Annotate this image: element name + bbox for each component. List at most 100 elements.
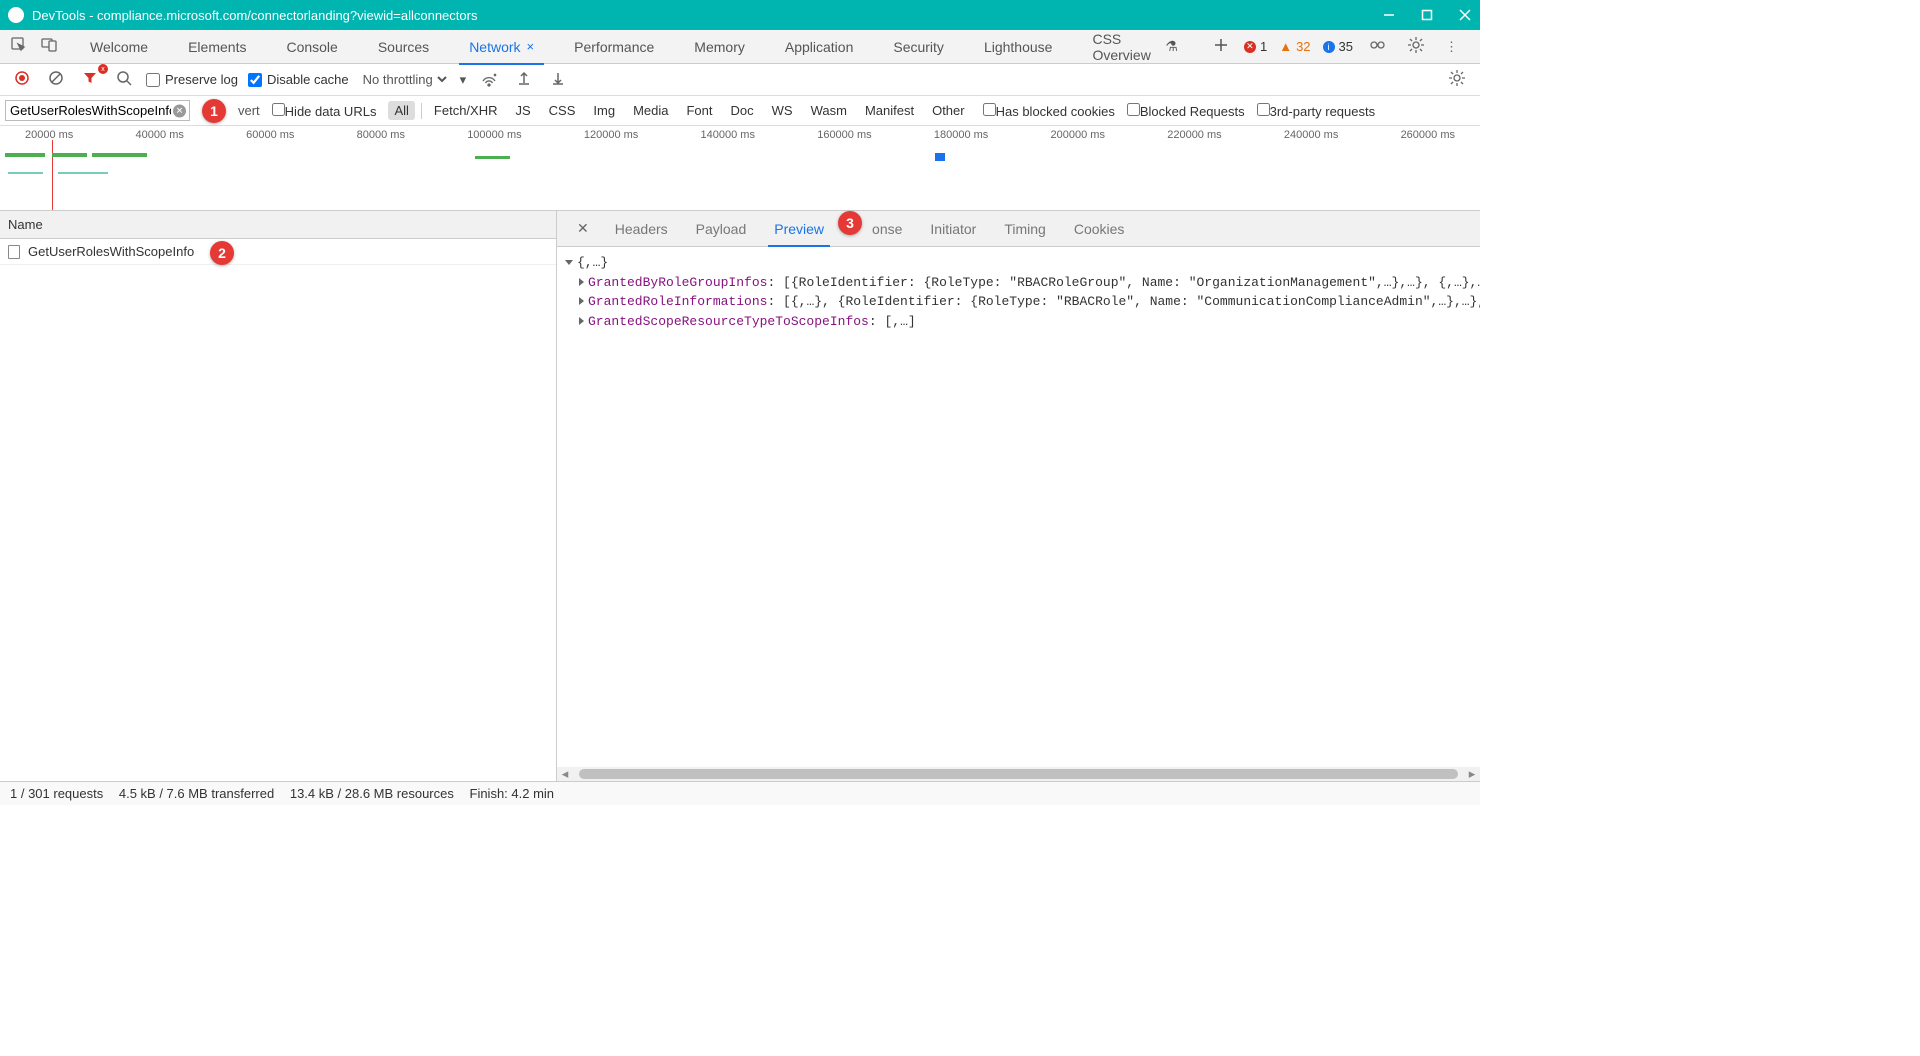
filter-type-css[interactable]: CSS xyxy=(543,101,582,120)
status-requests: 1 / 301 requests xyxy=(10,786,103,801)
tab-memory[interactable]: Memory xyxy=(674,30,765,64)
blocked-requests-checkbox[interactable]: Blocked Requests xyxy=(1127,103,1245,119)
timeline-tick: 60000 ms xyxy=(246,129,294,141)
settings-gear-icon[interactable] xyxy=(1403,36,1429,57)
callout-3: 3 xyxy=(838,211,862,235)
timeline-tick: 140000 ms xyxy=(701,129,755,141)
tab-sources[interactable]: Sources xyxy=(358,30,449,64)
error-count-badge[interactable]: ✕1 xyxy=(1244,39,1267,54)
disable-cache-checkbox[interactable]: Disable cache xyxy=(248,72,349,87)
detail-tab-initiator[interactable]: Initiator xyxy=(916,211,990,247)
request-list-header[interactable]: Name xyxy=(0,211,556,239)
timeline-tick: 180000 ms xyxy=(934,129,988,141)
download-har-icon[interactable] xyxy=(546,70,570,89)
scroll-left-icon[interactable]: ◂ xyxy=(557,767,573,781)
detail-tab-preview[interactable]: Preview xyxy=(760,211,838,247)
filter-icon[interactable] xyxy=(78,70,102,89)
expand-caret-icon[interactable] xyxy=(565,260,573,265)
tab-lighthouse[interactable]: Lighthouse xyxy=(964,30,1073,64)
filter-input[interactable] xyxy=(5,100,190,121)
filter-type-doc[interactable]: Doc xyxy=(725,101,760,120)
response-preview[interactable]: {,…} GrantedByRoleGroupInfos: [{RoleIden… xyxy=(557,247,1480,767)
throttling-caret-icon[interactable]: ▾ xyxy=(460,72,467,88)
device-toolbar-icon[interactable] xyxy=(40,36,58,57)
filter-type-fetch-xhr[interactable]: Fetch/XHR xyxy=(428,101,504,120)
warning-count-badge[interactable]: ▲ 32 xyxy=(1279,39,1310,54)
filter-type-other[interactable]: Other xyxy=(926,101,971,120)
tab-elements[interactable]: Elements xyxy=(168,30,266,64)
tab-welcome[interactable]: Welcome xyxy=(70,30,168,64)
json-value: : [{,…}, {RoleIdentifier: {RoleType: "RB… xyxy=(767,294,1480,309)
filter-type-manifest[interactable]: Manifest xyxy=(859,101,920,120)
throttling-select[interactable]: No throttling xyxy=(359,71,450,88)
filter-type-font[interactable]: Font xyxy=(680,101,718,120)
has-blocked-cookies-checkbox[interactable]: Has blocked cookies xyxy=(983,103,1115,119)
expand-caret-icon[interactable] xyxy=(579,278,584,286)
request-detail-pane: ✕ HeadersPayloadPreview3onseInitiatorTim… xyxy=(557,211,1480,781)
json-key: GrantedRoleInformations xyxy=(588,294,767,309)
status-bar: 1 / 301 requests 4.5 kB / 7.6 MB transfe… xyxy=(0,781,1480,805)
filter-type-js[interactable]: JS xyxy=(509,101,536,120)
detail-tab-headers[interactable]: Headers xyxy=(601,211,682,247)
network-timeline[interactable]: 20000 ms40000 ms60000 ms80000 ms100000 m… xyxy=(0,126,1480,211)
horizontal-scrollbar[interactable]: ◂ ▸ xyxy=(557,767,1480,781)
detail-tab-cookies[interactable]: Cookies xyxy=(1060,211,1139,247)
clear-filter-icon[interactable]: ✕ xyxy=(173,104,186,117)
timeline-tick: 120000 ms xyxy=(584,129,638,141)
network-split-view: Name GetUserRolesWithScopeInfo2 ✕ Header… xyxy=(0,211,1480,781)
network-conditions-icon[interactable] xyxy=(476,69,502,90)
add-tab-button[interactable] xyxy=(1198,38,1244,55)
filter-type-media[interactable]: Media xyxy=(627,101,674,120)
third-party-checkbox[interactable]: 3rd-party requests xyxy=(1257,103,1376,119)
window-controls xyxy=(1382,8,1472,22)
tab-css-overview[interactable]: CSS Overview⚗ xyxy=(1072,30,1198,64)
tab-network[interactable]: Network× xyxy=(449,30,554,64)
expand-caret-icon[interactable] xyxy=(579,317,584,325)
callout-1: 1 xyxy=(202,99,226,123)
timeline-tick: 40000 ms xyxy=(136,129,184,141)
network-toolbar: Preserve log Disable cache No throttling… xyxy=(0,64,1480,96)
filter-type-ws[interactable]: WS xyxy=(766,101,799,120)
close-tab-icon[interactable]: × xyxy=(527,39,535,54)
detail-tab-response[interactable]: onse xyxy=(858,211,916,247)
filter-type-img[interactable]: Img xyxy=(587,101,621,120)
json-key: GrantedByRoleGroupInfos xyxy=(588,275,767,290)
clear-log-icon[interactable] xyxy=(44,70,68,89)
search-icon[interactable] xyxy=(112,70,136,89)
info-count-badge[interactable]: i35 xyxy=(1323,39,1353,54)
filter-type-all[interactable]: All xyxy=(388,101,414,120)
hide-data-urls-checkbox[interactable]: Hide data URLs xyxy=(272,103,377,119)
close-detail-button[interactable]: ✕ xyxy=(565,220,601,237)
close-button[interactable] xyxy=(1458,8,1472,22)
filter-type-wasm[interactable]: Wasm xyxy=(805,101,853,120)
request-list-pane: Name GetUserRolesWithScopeInfo2 xyxy=(0,211,557,781)
tab-security[interactable]: Security xyxy=(873,30,964,64)
timeline-tick: 240000 ms xyxy=(1284,129,1338,141)
timeline-tick: 160000 ms xyxy=(817,129,871,141)
inspect-element-icon[interactable] xyxy=(10,36,28,57)
detail-tab-payload[interactable]: Payload xyxy=(682,211,761,247)
scroll-right-icon[interactable]: ▸ xyxy=(1464,767,1480,781)
request-row[interactable]: GetUserRolesWithScopeInfo xyxy=(0,239,556,265)
tab-performance[interactable]: Performance xyxy=(554,30,674,64)
timeline-tick: 200000 ms xyxy=(1051,129,1105,141)
status-transferred: 4.5 kB / 7.6 MB transferred xyxy=(119,786,274,801)
network-settings-icon[interactable] xyxy=(1444,69,1470,90)
tab-application[interactable]: Application xyxy=(765,30,874,64)
maximize-button[interactable] xyxy=(1420,8,1434,22)
detail-tabs: ✕ HeadersPayloadPreview3onseInitiatorTim… xyxy=(557,211,1480,247)
scrollbar-thumb[interactable] xyxy=(579,769,1458,779)
invert-label-fragment: vert xyxy=(238,103,260,118)
timeline-tick: 260000 ms xyxy=(1401,129,1455,141)
detail-tab-timing[interactable]: Timing xyxy=(990,211,1060,247)
expand-caret-icon[interactable] xyxy=(579,297,584,305)
preserve-log-checkbox[interactable]: Preserve log xyxy=(146,72,238,87)
more-menu-icon[interactable]: ⋮ xyxy=(1441,39,1462,55)
customize-icon[interactable] xyxy=(1365,36,1391,57)
upload-har-icon[interactable] xyxy=(512,70,536,89)
devtools-logo-icon xyxy=(8,7,24,23)
titlebar: DevTools - compliance.microsoft.com/conn… xyxy=(0,0,1480,30)
tab-console[interactable]: Console xyxy=(266,30,357,64)
minimize-button[interactable] xyxy=(1382,8,1396,22)
record-button[interactable] xyxy=(10,70,34,89)
